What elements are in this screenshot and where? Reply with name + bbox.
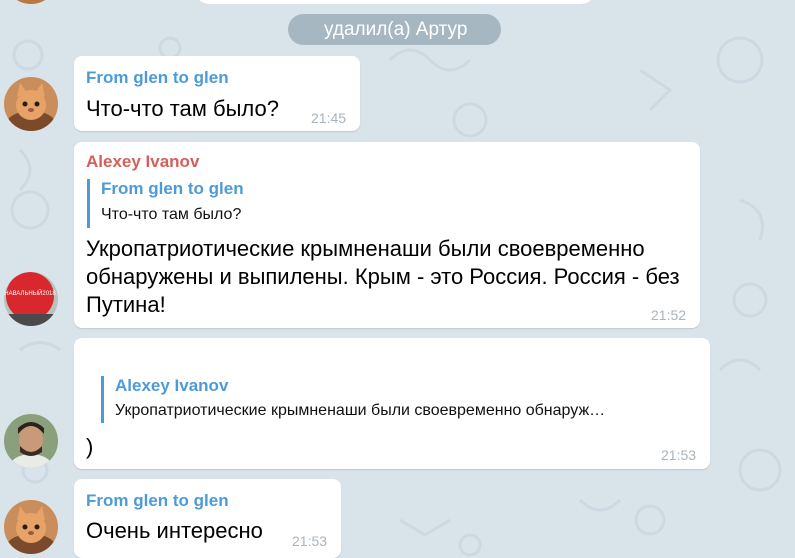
message-sender[interactable]: From glen to glen [86, 491, 229, 511]
red-balloon-avatar-icon[interactable]: НАВАЛЬНЫЙ2018 [4, 272, 58, 326]
man-avatar-icon[interactable] [4, 414, 58, 468]
message-text: Очень интересно [86, 518, 263, 543]
message-bubble[interactable]: From glen to glen Очень интересно 21:53 [74, 479, 341, 558]
message-bubble[interactable]: Alexey Ivanov Укропатриотические крымнен… [74, 338, 710, 469]
cat-avatar-icon[interactable] [4, 500, 58, 554]
reply-quote[interactable]: Alexey Ivanov Укропатриотические крымнен… [101, 376, 705, 423]
message-text: Укропатриотические крымненаши были своев… [86, 236, 680, 317]
reply-sender: From glen to glen [101, 179, 244, 198]
reply-text: Укропатриотические крымненаши были своев… [115, 402, 606, 419]
service-message: удалил(а) Артур [288, 14, 501, 45]
message-sender[interactable]: Alexey Ivanov [86, 152, 199, 172]
reply-text: Что-что там было? [101, 206, 242, 223]
message-text: ) [86, 434, 94, 459]
message-time: 21:53 [661, 447, 697, 463]
message-text: Что-что там было? [86, 96, 279, 121]
previous-message-bubble [195, 0, 595, 4]
reply-quote[interactable]: From glen to glen Что-что там было? [87, 179, 671, 228]
cat-avatar-icon[interactable] [4, 77, 58, 131]
message-time: 21:52 [651, 307, 687, 323]
message-time: 21:45 [311, 110, 347, 126]
avatar-badge: НАВАЛЬНЫЙ2018 [4, 289, 56, 297]
message-bubble[interactable]: From glen to glen Что-что там было? 21:4… [74, 56, 360, 131]
message-sender[interactable]: From glen to glen [86, 68, 229, 88]
message-bubble[interactable]: Alexey Ivanov From glen to glen Что-что … [74, 142, 700, 328]
reply-sender: Alexey Ivanov [115, 376, 229, 395]
message-time: 21:53 [292, 533, 328, 549]
